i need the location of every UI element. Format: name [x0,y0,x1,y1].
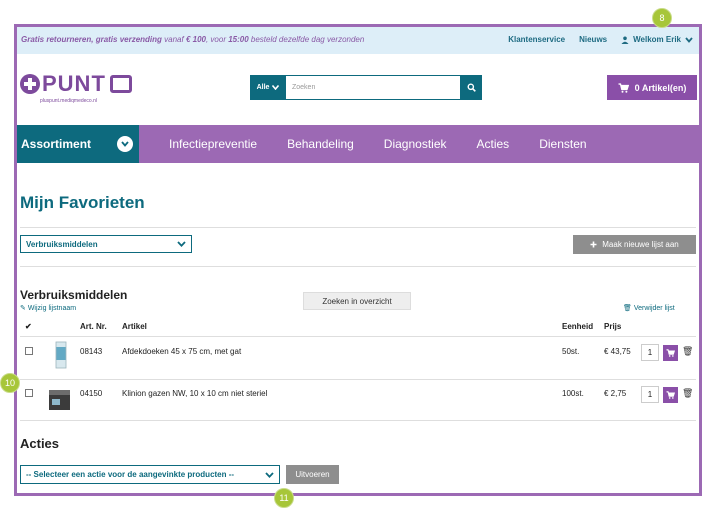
promo-time: 15:00 [228,35,249,44]
chevron-down-icon [265,471,274,478]
edit-list-name-link[interactable]: ✎ Wijzig lijstnaam [20,304,76,312]
row-price: € 43,75 [604,347,631,356]
row-article[interactable]: Klinion gazen NW, 10 x 10 cm niet sterie… [122,389,267,398]
logo-text: PUNT [42,71,106,96]
account-menu[interactable]: Welkom Erik [621,35,693,44]
search-bar: Alle Zoeken [250,75,482,100]
nav-item-diensten[interactable]: Diensten [539,137,586,151]
trash-icon[interactable]: 🗑 [682,346,693,357]
divider [20,266,696,267]
promo-bold: Gratis retourneren, gratis verzending [21,35,162,44]
row-checkbox[interactable] [25,347,33,355]
logo-cart-icon [109,75,132,93]
search-scope-label: Alle [256,84,270,91]
cart-icon [666,391,675,399]
divider [20,227,696,228]
add-to-cart-button[interactable] [663,345,678,361]
trash-icon: 🗑 [623,305,632,312]
cart-icon [618,82,629,93]
cart-label: 0 Artikel(en) [634,82,687,93]
search-scope-select[interactable]: Alle [250,75,286,100]
promo-sep: , voor [205,35,229,44]
search-button[interactable] [460,75,482,100]
marker-11: 11 [274,488,294,508]
promo-amount: € 100 [185,35,206,44]
row-artnr: 04150 [80,389,103,398]
header-article: Artikel [122,322,147,331]
link-klantenservice[interactable]: Klantenservice [508,35,565,44]
nav-item-behandeling[interactable]: Behandeling [287,137,354,151]
promo-mid: vanaf [161,35,186,44]
nav-item-infectiepreventie[interactable]: Infectiepreventie [169,137,257,151]
top-bar: Gratis retourneren, gratis verzending va… [17,27,699,54]
page-title: Mijn Favorieten [20,193,145,212]
divider [20,420,696,421]
chevron-down-icon [177,241,186,247]
edit-list-name-label: Wijzig lijstnaam [27,305,77,312]
promo-end: besteld dezelfde dag verzonden [248,35,365,44]
quantity-input[interactable]: 1 [641,344,659,361]
header-check: ✔ [25,322,32,331]
add-to-cart-button[interactable] [663,387,678,403]
header-artnr: Art. Nr. [80,322,107,331]
table-row: 04150 Klinion gazen NW, 10 x 10 cm niet … [20,380,696,420]
search-icon [467,83,476,92]
marker-10: 10 [0,373,20,393]
run-action-button[interactable]: Uitvoeren [286,465,339,484]
trash-icon[interactable]: 🗑 [682,388,693,399]
list-title: Verbruiksmiddelen [20,288,128,302]
cart-icon [666,349,675,357]
row-unit: 100st. [562,389,584,398]
product-thumbnail[interactable] [48,382,70,416]
top-links: Klantenservice Nieuws Welkom Erik [508,35,693,44]
nav-assortiment[interactable]: Assortiment [17,125,139,163]
list-select-value: Verbruiksmiddelen [26,239,98,249]
row-artnr: 08143 [80,347,103,356]
site-logo[interactable]: PUNT pluspunt.mediqmedeco.nl [20,71,136,111]
page-frame: Gratis retourneren, gratis verzending va… [14,24,702,496]
header-price: Prijs [604,322,622,331]
user-icon [621,36,629,44]
quantity-input[interactable]: 1 [641,386,659,403]
table-row: 08143 Afdekdoeken 45 x 75 cm, met gat 50… [20,338,696,378]
chevron-down-icon [117,136,133,152]
row-article[interactable]: Afdekdoeken 45 x 75 cm, met gat [122,347,241,356]
header-unit: Eenheid [562,322,594,331]
row-unit: 50st. [562,347,580,356]
nav-item-acties[interactable]: Acties [477,137,510,151]
action-select-value: -- Selecteer een actie voor de aangevink… [26,470,235,479]
chevron-down-icon [272,85,280,90]
logo-subtitle: pluspunt.mediqmedeco.nl [40,98,97,104]
remove-list-link[interactable]: 🗑 Verwijder lijst [623,304,675,312]
new-list-label: Maak nieuwe lijst aan [602,240,679,249]
nav-item-diagnostiek[interactable]: Diagnostiek [384,137,447,151]
cart-button[interactable]: 0 Artikel(en) [607,75,697,100]
promo-text: Gratis retourneren, gratis verzending va… [21,35,364,44]
main-nav: Assortiment Infectiepreventie Behandelin… [17,125,699,163]
row-price: € 2,75 [604,389,627,398]
plus-icon [590,241,597,248]
list-select[interactable]: Verbruiksmiddelen [20,235,192,253]
chevron-down-icon [685,36,693,43]
search-input[interactable]: Zoeken [286,75,460,100]
new-list-button[interactable]: Maak nieuwe lijst aan [573,235,696,254]
plus-icon [20,74,40,94]
row-checkbox[interactable] [25,389,33,397]
link-nieuws[interactable]: Nieuws [579,35,607,44]
remove-list-label: Verwijder lijst [633,305,675,312]
logo-mark: PUNT [20,71,136,97]
actions-title: Acties [20,436,60,451]
search-overview-button[interactable]: Zoeken in overzicht [303,292,411,310]
product-thumbnail[interactable] [50,340,72,374]
table-header: ✔ Art. Nr. Artikel Eenheid Prijs [20,318,696,336]
marker-8: 8 [652,8,672,28]
action-select[interactable]: -- Selecteer een actie voor de aangevink… [20,465,280,484]
divider [20,336,696,337]
welcome-label: Welkom Erik [633,35,681,44]
nav-assortiment-label: Assortiment [21,137,92,151]
edit-icon: ✎ [20,305,26,312]
